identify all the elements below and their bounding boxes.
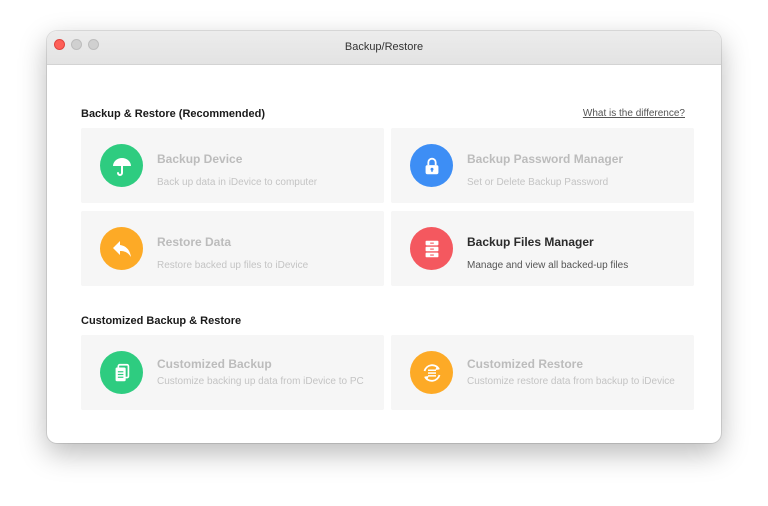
backup-device-card[interactable]: Backup Device Back up data in iDevice to…: [81, 128, 384, 203]
sync-list-icon: [410, 351, 453, 394]
lock-icon: [410, 144, 453, 187]
cabinet-icon: [410, 227, 453, 270]
card-title: Customized Backup: [157, 357, 272, 371]
section-title-customized: Customized Backup & Restore: [81, 315, 242, 327]
backup-password-manager-card[interactable]: Backup Password Manager Set or Delete Ba…: [391, 128, 694, 203]
restore-data-card[interactable]: Restore Data Restore backed up files to …: [81, 211, 384, 286]
window-title: Backup/Restore: [344, 41, 424, 53]
card-description: Customize backing up data from iDevice t…: [157, 376, 364, 387]
card-description: Back up data in iDevice to computer: [157, 177, 318, 188]
customized-restore-card[interactable]: Customized Restore Customize restore dat…: [391, 335, 694, 410]
card-description: Restore backed up files to iDevice: [157, 260, 309, 271]
documents-icon: [100, 351, 143, 394]
card-title: Backup Files Manager: [467, 235, 594, 249]
difference-help-link[interactable]: What is the difference?: [583, 108, 685, 119]
undo-arrow-icon: [100, 227, 143, 270]
card-title: Customized Restore: [467, 357, 584, 371]
card-description: Manage and view all backed-up files: [467, 260, 629, 271]
backup-restore-window: Backup/Restore Backup & Restore (Recomme…: [47, 31, 721, 443]
card-title: Backup Password Manager: [467, 152, 624, 166]
section-title-recommended: Backup & Restore (Recommended): [81, 108, 265, 120]
customized-backup-card[interactable]: Customized Backup Customize backing up d…: [81, 335, 384, 410]
umbrella-icon: [100, 144, 143, 187]
card-title: Restore Data: [157, 235, 232, 249]
card-description: Customize restore data from backup to iD…: [467, 376, 675, 387]
title-bar: Backup/Restore: [47, 31, 721, 65]
backup-files-manager-card[interactable]: Backup Files Manager Manage and view all…: [391, 211, 694, 286]
card-description: Set or Delete Backup Password: [467, 177, 609, 188]
card-title: Backup Device: [157, 152, 243, 166]
